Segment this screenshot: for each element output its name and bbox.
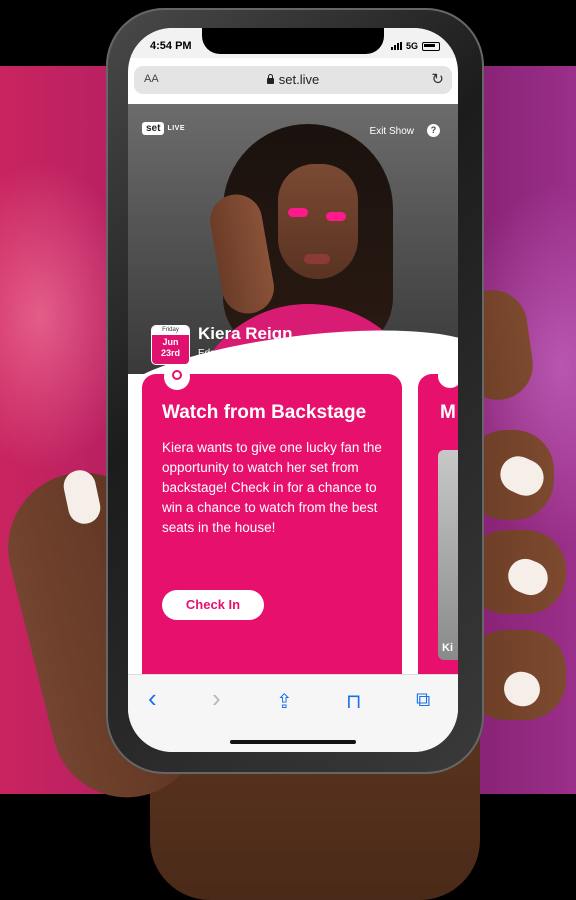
home-indicator[interactable] [230, 740, 356, 744]
shirt-icon [438, 364, 458, 388]
backstage-card[interactable]: Watch from Backstage Kiera wants to give… [142, 364, 402, 674]
bookmarks-icon[interactable]: ⊓ [346, 689, 362, 714]
date-day: Friday [152, 326, 189, 335]
network-label: 5G [405, 41, 418, 51]
venue-name: Edgewater Amphitheater [198, 348, 308, 359]
forward-icon[interactable]: › [212, 683, 221, 714]
battery-icon [422, 41, 440, 51]
tabs-icon[interactable]: ⧉ [416, 689, 430, 712]
status-indicators: 5G [390, 41, 440, 51]
logo-mark: set [142, 122, 165, 135]
setlive-logo: set LIVE [142, 122, 185, 135]
lock-icon [266, 74, 274, 84]
reload-icon[interactable]: ↻ [431, 70, 444, 88]
eyeshadow-left [288, 208, 308, 217]
card-image: Ki [438, 450, 458, 660]
url-display[interactable]: set.live [134, 72, 452, 87]
phone-screen: 4:54 PM 5G AA set.live ↻ set LIVE Exit S… [128, 28, 458, 752]
status-time: 4:54 PM [150, 40, 192, 52]
signal-icon [390, 42, 402, 50]
share-icon[interactable]: ⇪ [276, 689, 293, 714]
date-badge: Friday Jun 23rd [152, 326, 189, 364]
date-number: 23rd [160, 348, 180, 358]
logo-live: LIVE [167, 125, 186, 132]
url-text: set.live [278, 72, 320, 87]
back-icon[interactable]: ‹ [148, 683, 157, 714]
address-bar[interactable]: AA set.live ↻ [134, 66, 452, 94]
card-title: M [440, 402, 456, 423]
notch [202, 28, 384, 54]
cards-carousel[interactable]: Watch from Backstage Kiera wants to give… [128, 364, 458, 674]
artist-photo-lips [304, 254, 330, 264]
check-in-button[interactable]: Check In [162, 590, 264, 620]
date-month: Jun [162, 337, 179, 347]
hero-banner: set LIVE Exit Show ? Friday Jun 23rd Kie… [128, 104, 458, 374]
artist-name: Kiera Reign [198, 324, 293, 343]
card-description: Kiera wants to give one lucky fan the op… [162, 440, 382, 535]
eyeshadow-right [326, 212, 346, 221]
card-image-caption: Ki [442, 642, 453, 654]
next-card-peek[interactable]: M Ki [418, 364, 458, 674]
help-icon[interactable]: ? [427, 124, 440, 137]
card-title: Watch from Backstage [162, 402, 367, 423]
exit-show-link[interactable]: Exit Show [370, 126, 414, 137]
person-check-icon [164, 364, 190, 390]
